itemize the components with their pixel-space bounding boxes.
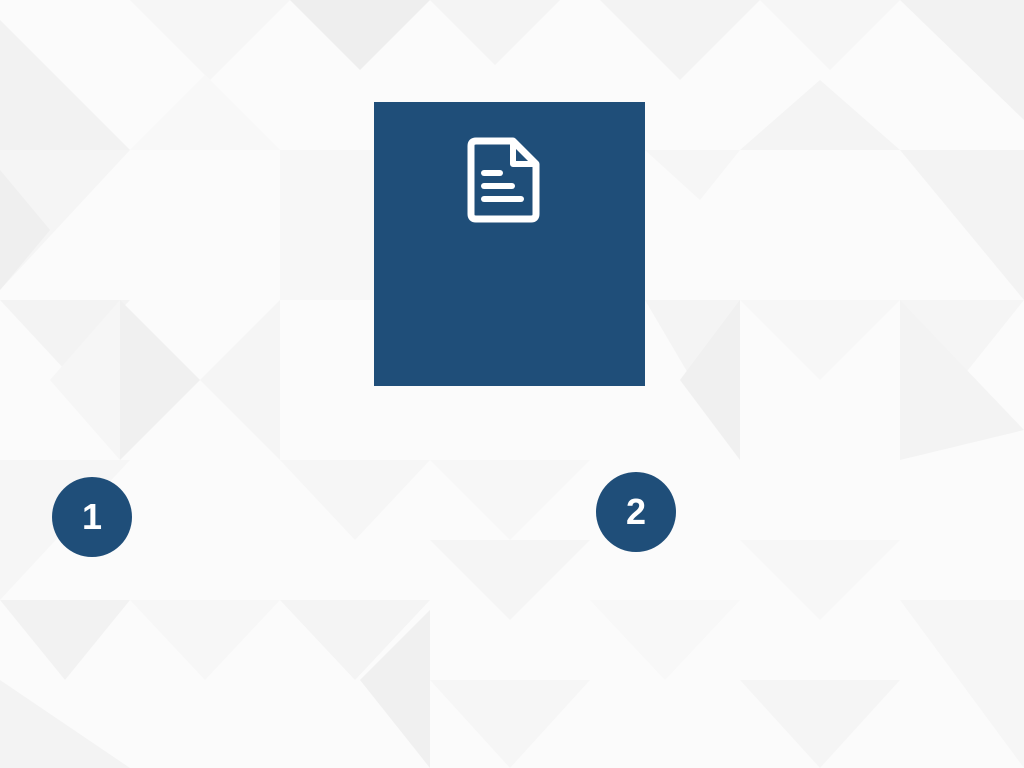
- document-card: [374, 102, 645, 386]
- document-icon: [467, 137, 540, 223]
- step-2-badge: 2: [596, 472, 676, 552]
- step-1-label: 1: [81, 496, 103, 537]
- step-1-badge: 1: [52, 477, 132, 557]
- step-2-label: 2: [625, 491, 647, 532]
